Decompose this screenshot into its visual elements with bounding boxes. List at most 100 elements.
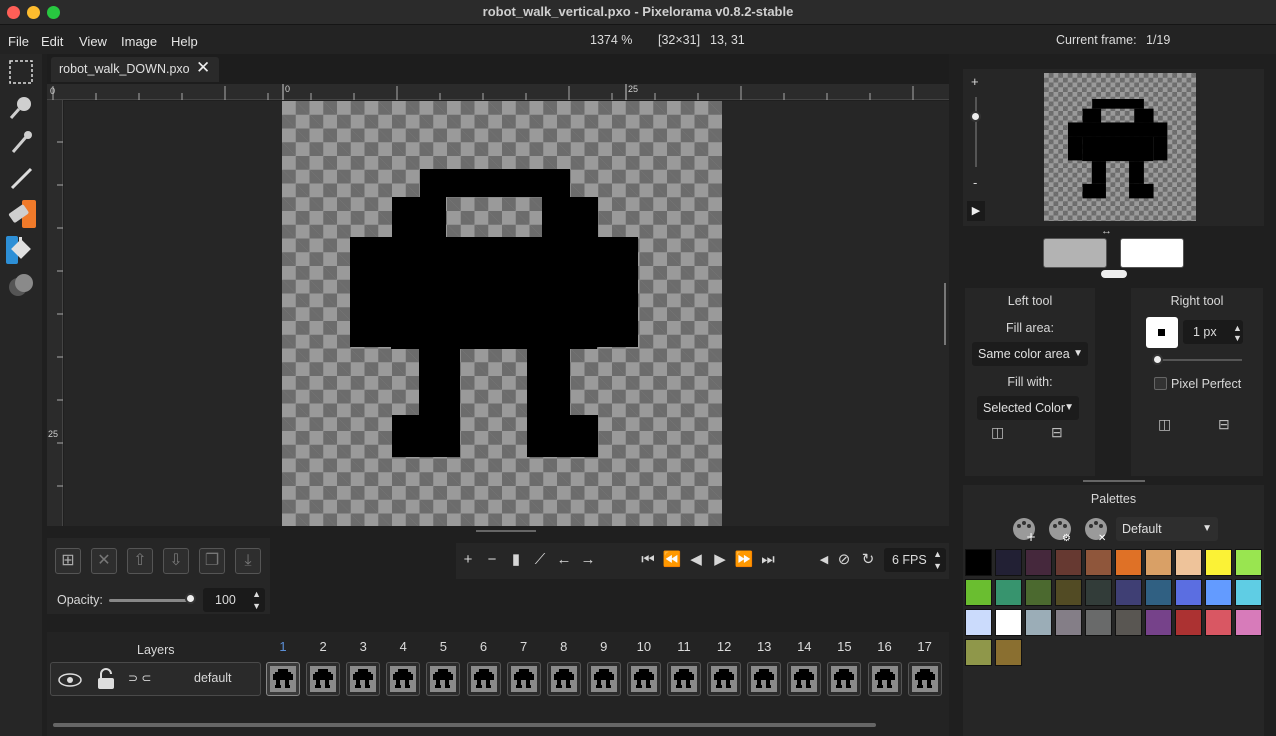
spin-arrows-icon[interactable]: ▲ ▼ [252, 588, 261, 612]
play-backwards-button[interactable]: ◀ [686, 549, 706, 571]
preview-zoom-handle[interactable] [970, 111, 981, 122]
fill-with-select[interactable]: Selected Color ▼ [977, 396, 1079, 420]
palette-swatch[interactable] [965, 549, 992, 576]
frame-cel[interactable] [546, 662, 581, 696]
palette-swatch[interactable] [1115, 609, 1142, 636]
onion-toggle-button[interactable]: ⊘ [834, 549, 854, 571]
first-frame-button[interactable]: ⏮ [638, 549, 658, 571]
canvas-viewport[interactable] [64, 101, 949, 526]
palette-swatch[interactable] [1115, 549, 1142, 576]
brush-size-slider[interactable] [1154, 359, 1242, 361]
palette-swatch[interactable] [995, 639, 1022, 666]
right-panel-splitter[interactable] [1083, 480, 1145, 482]
last-frame-button[interactable]: ⏭ [758, 549, 778, 571]
palette-swatch[interactable] [1175, 609, 1202, 636]
visibility-eye-icon[interactable] [56, 670, 84, 690]
swap-colors-icon[interactable]: ↔ [1101, 225, 1112, 237]
frame-number[interactable]: 10 [627, 639, 661, 654]
shading-tool[interactable] [4, 270, 38, 302]
frame-number[interactable]: 7 [507, 639, 541, 654]
palette-swatch[interactable] [1175, 579, 1202, 606]
rect-select-tool[interactable] [4, 56, 38, 88]
close-tab-icon[interactable]: ✕ [196, 58, 210, 78]
menu-edit[interactable]: Edit [41, 34, 63, 49]
palette-swatch[interactable] [1145, 579, 1172, 606]
frame-cel[interactable] [466, 662, 501, 696]
move-layer-up-button[interactable]: ⇧ [127, 548, 153, 574]
palette-swatch[interactable] [1205, 549, 1232, 576]
frame-number[interactable]: 8 [547, 639, 581, 654]
timeline-scrollbar[interactable] [53, 723, 876, 727]
move-frame-right-button[interactable]: → [578, 549, 598, 571]
frame-cel[interactable] [506, 662, 541, 696]
add-layer-button[interactable]: ⊞ [55, 548, 81, 574]
left-color-button[interactable] [1043, 238, 1107, 268]
palette-swatch[interactable] [965, 609, 992, 636]
remove-layer-button[interactable]: ✕ [91, 548, 117, 574]
fps-spinbox[interactable]: 6 FPS ▲ ▼ [884, 548, 946, 572]
preview-play-button[interactable]: ▶ [967, 201, 985, 221]
loop-button[interactable]: ↻ [858, 549, 878, 571]
zoom-tool[interactable] [4, 92, 38, 124]
frame-number[interactable]: 16 [868, 639, 902, 654]
frame-cel[interactable] [867, 662, 902, 696]
brush-size-arrows-icon[interactable]: ▲ ▼ [1233, 323, 1242, 343]
menu-view[interactable]: View [79, 34, 107, 49]
frame-number[interactable]: 5 [426, 639, 460, 654]
mirror-vertical-icon[interactable]: ⊟ [1051, 424, 1063, 441]
frame-number[interactable]: 17 [908, 639, 942, 654]
preview-zoom-slider[interactable] [975, 97, 977, 167]
bucket-tool[interactable] [4, 234, 38, 266]
palette-swatch[interactable] [1145, 549, 1172, 576]
onion-past-button[interactable]: ◀ [814, 549, 834, 571]
preview-zoom-minus[interactable]: - [973, 175, 977, 190]
frame-cel[interactable] [667, 662, 701, 696]
menu-help[interactable]: Help [171, 34, 198, 49]
palette-swatch[interactable] [1205, 579, 1232, 606]
palette-swatch[interactable] [995, 549, 1022, 576]
link-cels-icon[interactable]: ⊃ ⊂ [128, 671, 151, 685]
palette-swatch[interactable] [1025, 549, 1052, 576]
frame-number[interactable]: 11 [667, 639, 701, 654]
onion-skin-button[interactable]: ⟋ [530, 549, 550, 571]
clone-frame-button[interactable]: ▮ [506, 549, 526, 571]
previous-frame-button[interactable]: ⏪ [662, 549, 682, 571]
palette-swatch[interactable] [1115, 579, 1142, 606]
palette-swatch[interactable] [965, 639, 992, 666]
next-frame-button[interactable]: ⏩ [734, 549, 754, 571]
move-layer-down-button[interactable]: ⇩ [163, 548, 189, 574]
layer-row-default[interactable]: ⊃ ⊂ default [50, 662, 261, 696]
frame-cel[interactable] [266, 662, 300, 696]
frame-cel[interactable] [907, 662, 942, 696]
frame-number[interactable]: 15 [827, 639, 861, 654]
frame-cel[interactable] [386, 662, 421, 696]
palette-swatch[interactable] [1085, 579, 1112, 606]
fill-area-select[interactable]: Same color area ▼ [972, 342, 1088, 366]
frame-cel[interactable] [626, 662, 661, 696]
pixel-canvas[interactable] [282, 101, 722, 526]
add-frame-button[interactable]: + [458, 549, 478, 571]
frame-number[interactable]: 12 [707, 639, 741, 654]
frame-cel[interactable] [827, 662, 862, 696]
palette-swatch[interactable] [1145, 609, 1172, 636]
palette-swatch[interactable] [1175, 549, 1202, 576]
eraser-tool[interactable] [4, 198, 38, 230]
pixel-perfect-checkbox[interactable] [1154, 377, 1167, 390]
frame-cel[interactable] [426, 662, 461, 696]
remove-frame-button[interactable]: − [482, 549, 502, 571]
mirror-horizontal-icon[interactable]: ◫ [991, 424, 1004, 441]
palette-swatch[interactable] [1085, 609, 1112, 636]
palette-swatch[interactable] [995, 579, 1022, 606]
palette-swatch[interactable] [1055, 609, 1082, 636]
frame-number[interactable]: 4 [386, 639, 420, 654]
menu-file[interactable]: File [8, 34, 29, 49]
palette-swatch[interactable] [1055, 549, 1082, 576]
frame-number[interactable]: 6 [467, 639, 501, 654]
frame-cel[interactable] [787, 662, 822, 696]
palette-swatch[interactable] [965, 579, 992, 606]
palette-swatch[interactable] [1025, 579, 1052, 606]
frame-number[interactable]: 1 [266, 639, 300, 654]
frame-number[interactable]: 2 [306, 639, 340, 654]
tab-robot-walk-down[interactable]: robot_walk_DOWN.pxo ✕ [51, 57, 219, 82]
palette-swatch[interactable] [1025, 609, 1052, 636]
